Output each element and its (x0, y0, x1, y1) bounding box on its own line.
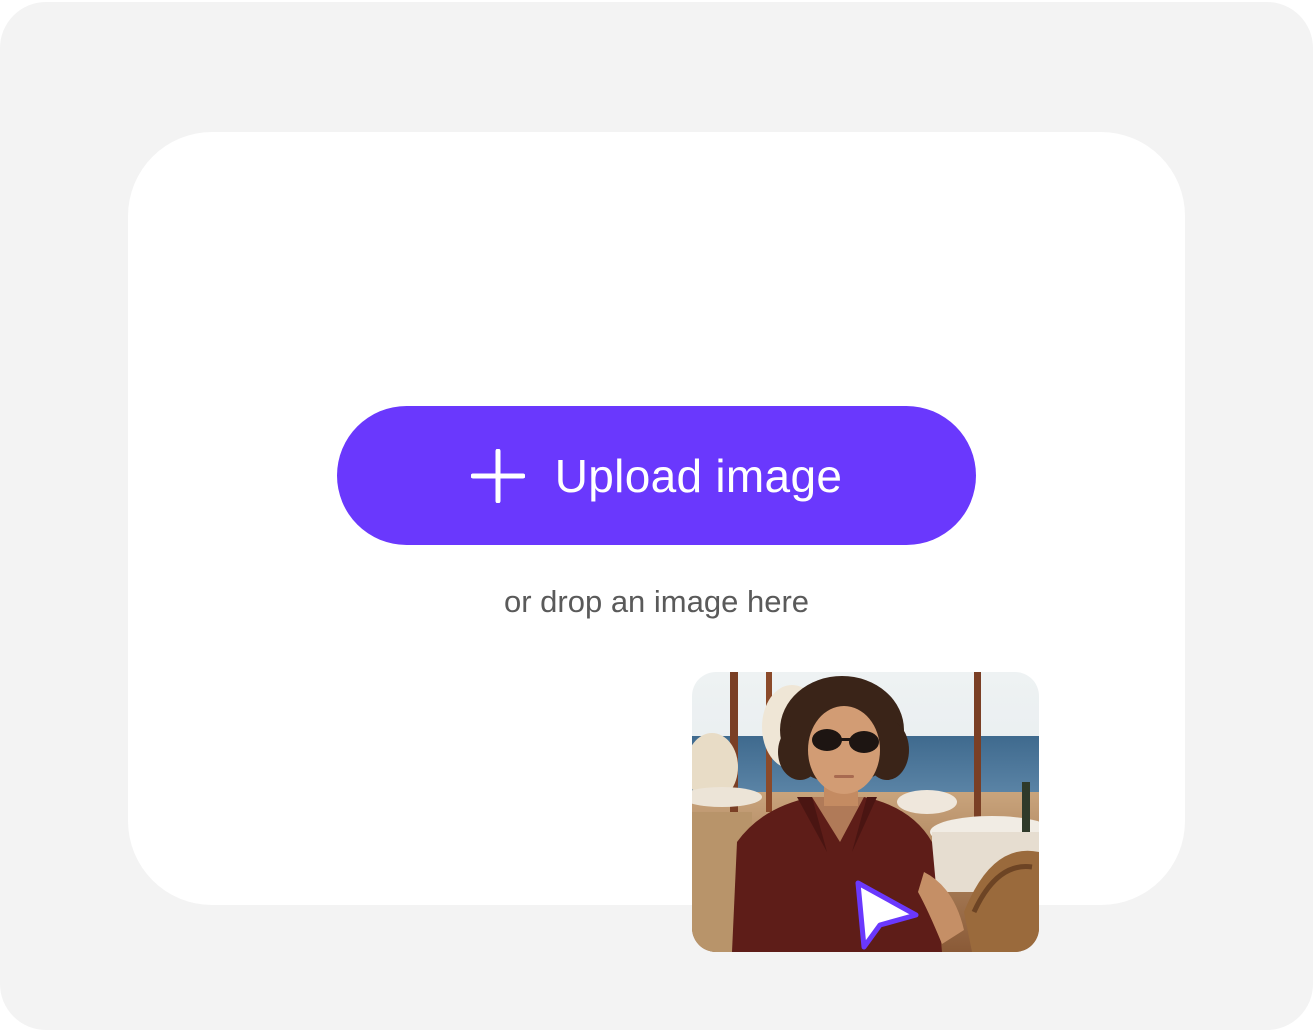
upload-button-label: Upload image (554, 449, 843, 502)
upload-image-button[interactable]: Upload image (337, 406, 976, 545)
drop-hint-text: or drop an image here (503, 584, 810, 619)
plus-icon (470, 448, 525, 503)
pointer-cursor-icon (855, 880, 919, 950)
